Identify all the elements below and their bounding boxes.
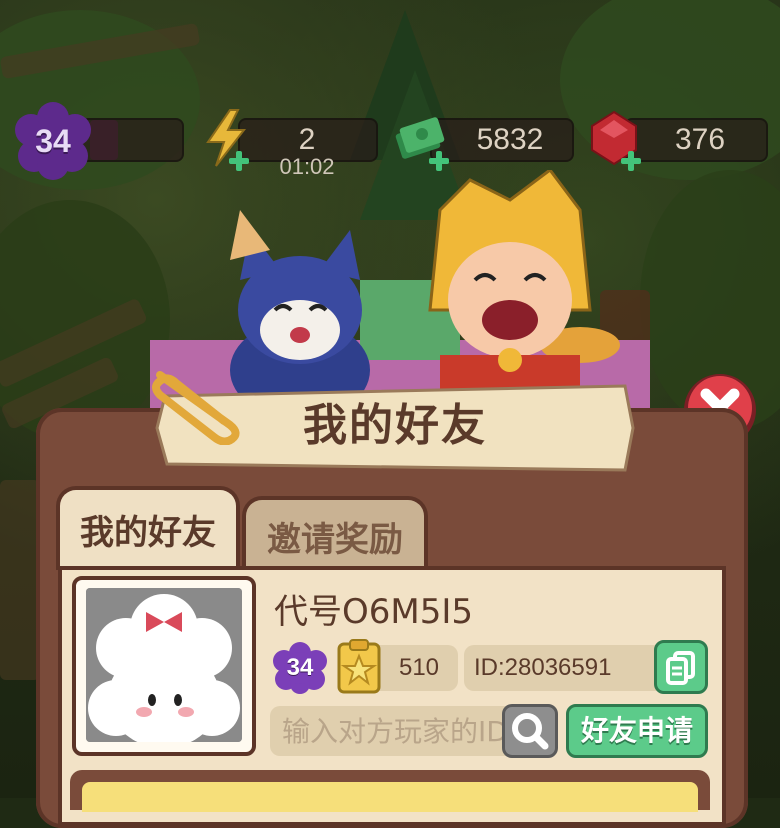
player-level-badge[interactable]: 34 [12, 100, 94, 182]
copy-id-button[interactable] [654, 640, 708, 694]
player-level-value: 34 [35, 123, 71, 159]
tab-my-friends[interactable]: 我的好友 [56, 486, 240, 570]
friend-list-item-body [82, 782, 698, 812]
add-cash-icon[interactable] [428, 150, 450, 172]
copy-icon [666, 651, 695, 685]
profile-level-value: 34 [286, 654, 314, 681]
avatar [86, 588, 242, 742]
dialog-title: 我的好友 [303, 400, 487, 451]
tab-invite-rewards[interactable]: 邀请奖励 [242, 496, 428, 570]
player-id: ID:28036591 [474, 654, 612, 681]
search-button[interactable] [502, 704, 558, 758]
level-progress-bar [80, 118, 184, 162]
cash-value: 5832 [476, 123, 544, 156]
stars-value: 510 [398, 654, 440, 681]
star-clipboard-icon [337, 639, 381, 694]
crown-hat-boy-character [428, 170, 592, 410]
friend-request-button[interactable]: 好友申请 [566, 704, 708, 758]
poodle-avatar-icon [86, 588, 242, 742]
player-name: 代号O6M5I5 [274, 592, 474, 632]
lantern-post [0, 480, 40, 680]
add-energy-icon[interactable] [228, 150, 250, 172]
profile-level-badge: 34 [272, 642, 328, 694]
gems-value: 376 [674, 123, 726, 156]
blue-cat-character [230, 210, 370, 410]
search-icon [512, 713, 549, 750]
add-gems-icon[interactable] [620, 150, 642, 172]
